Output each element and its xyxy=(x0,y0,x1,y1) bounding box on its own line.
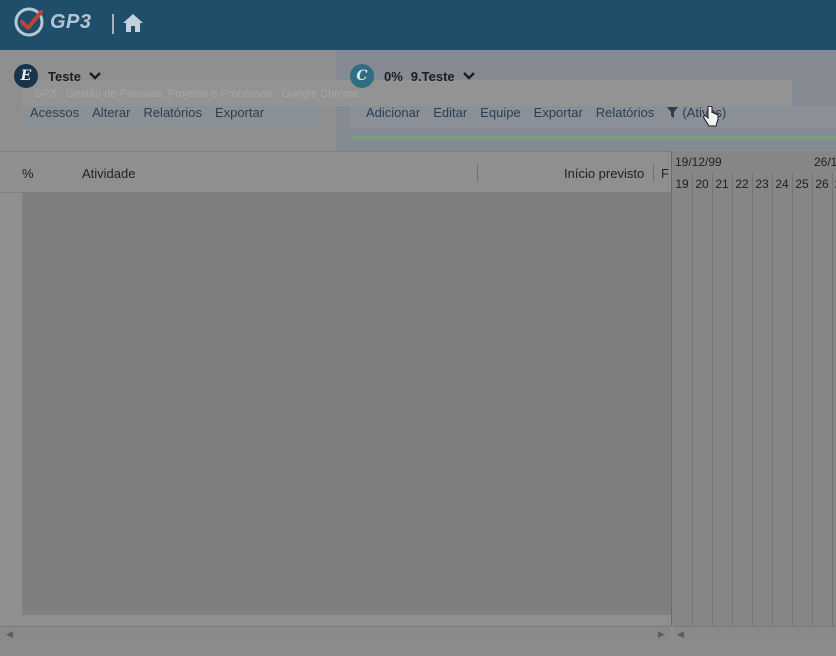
environment-title: Teste xyxy=(48,68,81,84)
app-logo[interactable]: GP3 xyxy=(14,6,92,38)
gantt-day-line xyxy=(692,173,693,626)
chevron-down-icon xyxy=(89,72,101,80)
gantt-day: 20 xyxy=(695,177,709,191)
environment-selector[interactable]: E Teste xyxy=(14,64,101,88)
menu-exportar-project[interactable]: Exportar xyxy=(534,105,583,120)
hand-cursor-icon xyxy=(702,105,720,135)
menu-editar[interactable]: Editar xyxy=(433,105,467,120)
column-end-date[interactable]: F xyxy=(661,166,669,181)
chevron-down-icon xyxy=(462,72,475,80)
menu-acessos[interactable]: Acessos xyxy=(30,105,79,120)
column-percent[interactable]: % xyxy=(22,166,34,181)
menu-equipe[interactable]: Equipe xyxy=(480,105,520,120)
footer-area xyxy=(0,640,836,656)
project-selector[interactable]: C 0% 9.Teste xyxy=(350,64,475,88)
menu-alterar[interactable]: Alterar xyxy=(92,105,130,120)
gantt-day-line xyxy=(792,173,793,626)
activity-list-area[interactable] xyxy=(22,193,671,615)
gantt-day-line xyxy=(812,173,813,626)
project-title: 9.Teste xyxy=(410,68,455,84)
gantt-day-line xyxy=(772,173,773,626)
environment-badge: E xyxy=(14,64,38,88)
scroll-right-arrow-icon[interactable]: ▶ xyxy=(658,629,665,640)
left-margin xyxy=(0,193,22,626)
project-badge: C xyxy=(350,64,374,88)
menu-relatorios[interactable]: Relatórios xyxy=(143,105,202,120)
gantt-day-line xyxy=(712,173,713,626)
gantt-day: 21 xyxy=(715,177,729,191)
home-icon[interactable] xyxy=(122,12,144,39)
check-logo-icon xyxy=(14,7,44,37)
column-activity[interactable]: Atividade xyxy=(82,166,135,181)
activity-horizontal-scrollbar[interactable]: ◀ ▶ xyxy=(0,626,671,640)
gantt-day-line xyxy=(752,173,753,626)
gantt-day: 19 xyxy=(675,177,689,191)
gantt-day-line xyxy=(732,173,733,626)
menu-adicionar[interactable]: Adicionar xyxy=(366,105,420,120)
main-panel: GP3 - Gestão de Pessoas, Projetos e Proc… xyxy=(0,50,836,656)
filter-icon xyxy=(667,107,679,118)
gantt-horizontal-scrollbar[interactable]: ◀ xyxy=(673,626,836,640)
right-menu: Adicionar Editar Equipe Exportar Relatór… xyxy=(366,105,752,120)
gantt-day-line xyxy=(832,173,833,626)
column-start-date[interactable]: Início previsto xyxy=(564,166,644,181)
menu-relatorios-project[interactable]: Relatórios xyxy=(596,105,655,120)
grid-header: % Atividade Início previsto F xyxy=(0,151,671,193)
left-menu: Acessos Alterar Relatórios Exportar xyxy=(30,105,277,120)
overlay-window-title: GP3 - Gestão de Pessoas, Projetos e Proc… xyxy=(34,88,360,100)
gantt-week-label: 26/1 xyxy=(814,155,836,169)
gantt-day: 25 xyxy=(795,177,809,191)
column-separator[interactable] xyxy=(477,164,478,182)
gantt-week-label: 19/12/99 xyxy=(675,155,722,169)
gantt-day: 23 xyxy=(755,177,769,191)
gantt-chart[interactable]: 19/12/99 26/1 19 20 21 22 23 24 25 26 2 xyxy=(671,151,836,626)
scroll-left-arrow-icon[interactable]: ◀ xyxy=(6,629,13,640)
project-percent: 0% xyxy=(384,68,403,84)
logo-text: GP3 xyxy=(50,10,92,33)
menu-exportar[interactable]: Exportar xyxy=(215,105,264,120)
top-bar: GP3 xyxy=(0,0,836,50)
gantt-day: 24 xyxy=(775,177,789,191)
gantt-day: 22 xyxy=(735,177,749,191)
column-separator[interactable] xyxy=(653,164,654,182)
project-progress-bar xyxy=(350,136,836,140)
scroll-left-arrow-icon[interactable]: ◀ xyxy=(677,629,684,640)
topbar-divider xyxy=(112,14,114,34)
